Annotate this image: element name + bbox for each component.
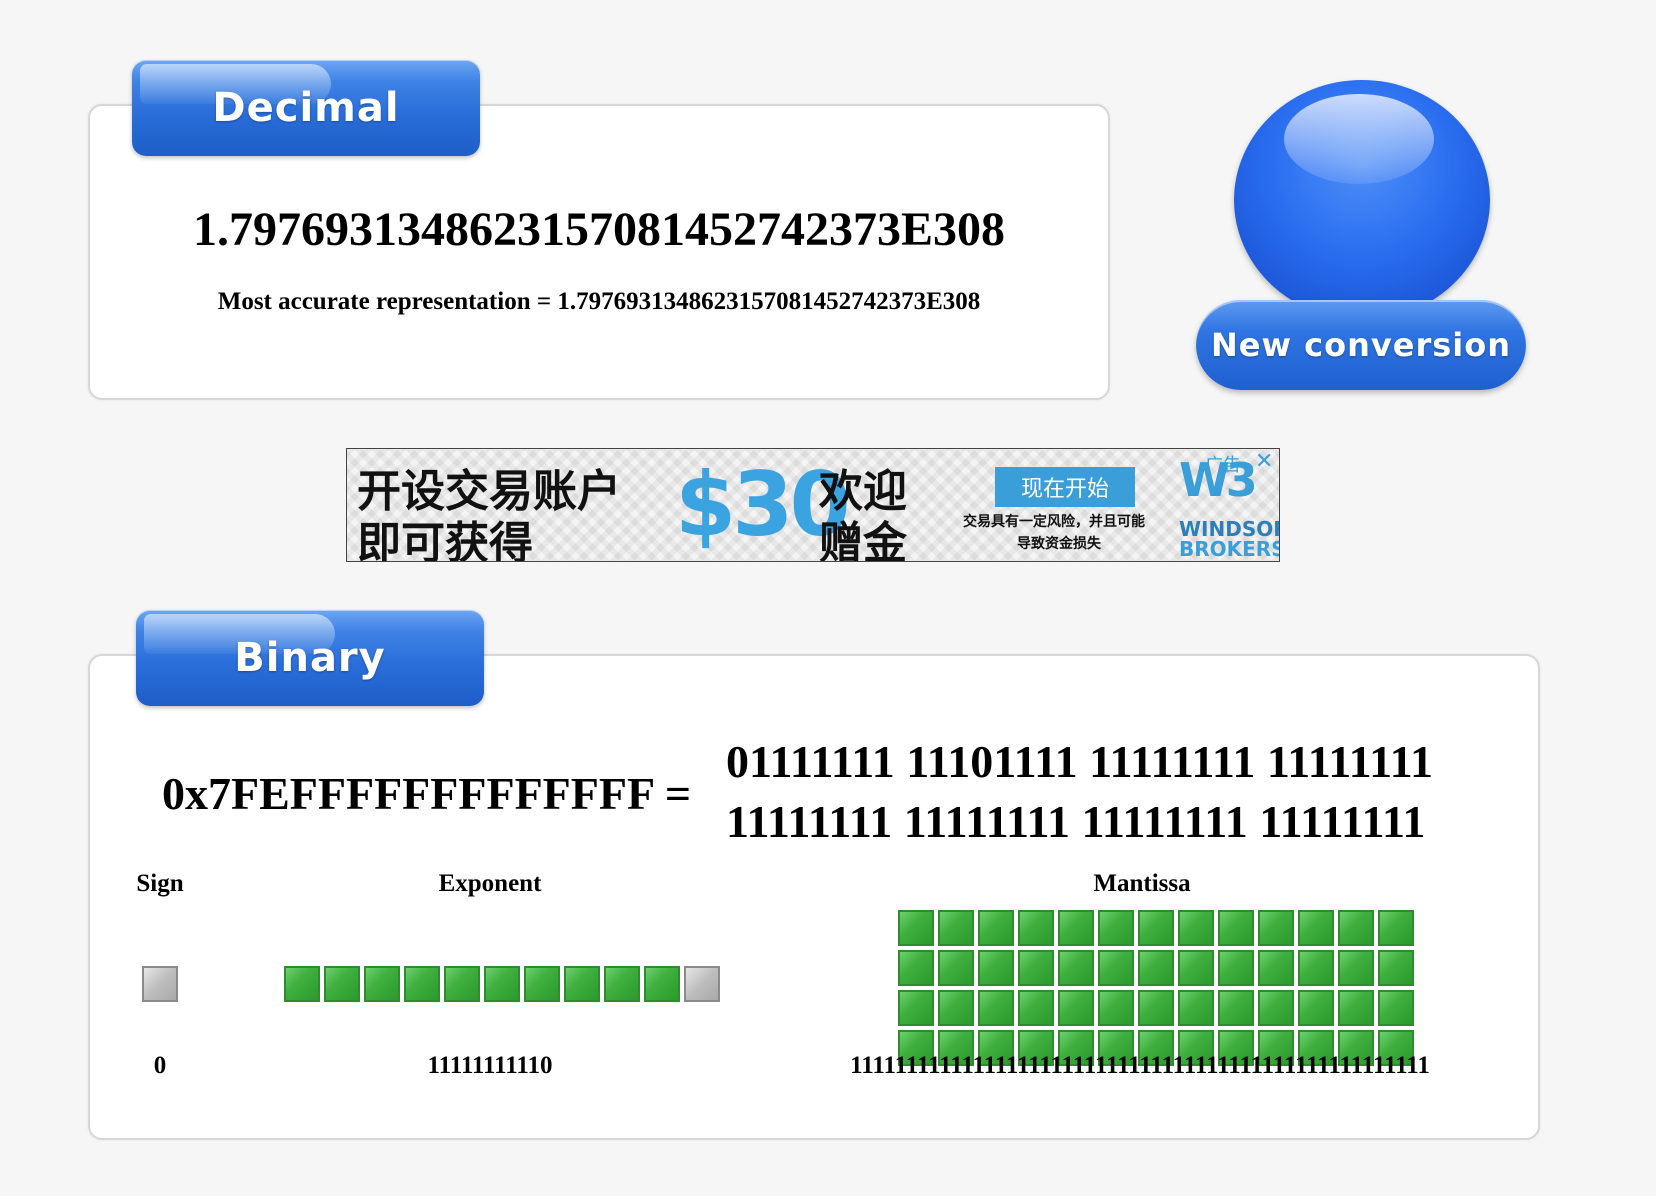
- bit-square[interactable]: [1258, 910, 1294, 946]
- bit-square[interactable]: [978, 990, 1014, 1026]
- ad-banner[interactable]: 开设交易账户 即可获得 $30 欢迎 赠金 现在开始 交易具有一定风险，并且可能…: [346, 448, 1280, 562]
- binary-bits-line-2: 11111111 11111111 11111111 11111111: [726, 796, 1426, 847]
- sign-bits-value: 0: [153, 1052, 167, 1079]
- bit-square[interactable]: [1338, 910, 1374, 946]
- bit-square[interactable]: [684, 966, 720, 1002]
- bit-square[interactable]: [444, 966, 480, 1002]
- bit-square[interactable]: [1298, 950, 1334, 986]
- bit-square[interactable]: [564, 966, 600, 1002]
- bit-square[interactable]: [1378, 910, 1414, 946]
- bit-square[interactable]: [1298, 910, 1334, 946]
- decimal-tab-label: Decimal: [212, 85, 400, 131]
- bit-square[interactable]: [1258, 990, 1294, 1026]
- bit-square[interactable]: [404, 966, 440, 1002]
- bit-square[interactable]: [1338, 990, 1374, 1026]
- bit-square[interactable]: [1058, 910, 1094, 946]
- bit-square[interactable]: [644, 966, 680, 1002]
- bit-square[interactable]: [898, 910, 934, 946]
- bit-square[interactable]: [938, 950, 974, 986]
- new-conversion-label: New conversion: [1196, 300, 1526, 390]
- bit-square[interactable]: [364, 966, 400, 1002]
- bit-square[interactable]: [284, 966, 320, 1002]
- bit-square[interactable]: [1018, 910, 1054, 946]
- bit-square[interactable]: [324, 966, 360, 1002]
- bit-square[interactable]: [1258, 950, 1294, 986]
- new-conversion-button[interactable]: New conversion: [1196, 80, 1526, 396]
- binary-bits: 01111111 11101111 11111111 11111111 1111…: [726, 732, 1433, 852]
- ad-risk-1: 交易具有一定风险，并且可能: [963, 514, 1145, 530]
- bit-square[interactable]: [1378, 950, 1414, 986]
- ad-close-icon[interactable]: ✕: [1255, 449, 1273, 474]
- bit-square[interactable]: [1338, 950, 1374, 986]
- decimal-tab: Decimal: [132, 60, 480, 156]
- bit-square[interactable]: [1298, 990, 1334, 1026]
- bit-square[interactable]: [1018, 950, 1054, 986]
- hex-value: 0x7FEFFFFFFFFFFFFF =: [162, 768, 692, 819]
- ad-tag[interactable]: 广告: [1205, 451, 1241, 477]
- bit-square[interactable]: [898, 990, 934, 1026]
- bit-square[interactable]: [1018, 990, 1054, 1026]
- bit-square[interactable]: [1218, 910, 1254, 946]
- bit-square[interactable]: [1378, 990, 1414, 1026]
- bit-square[interactable]: [938, 910, 974, 946]
- bit-square[interactable]: [978, 950, 1014, 986]
- bit-square[interactable]: [1138, 990, 1174, 1026]
- binary-tab: Binary: [136, 610, 484, 706]
- bit-square[interactable]: [1098, 910, 1134, 946]
- exponent-label: Exponent: [438, 870, 542, 897]
- bit-square[interactable]: [1178, 910, 1214, 946]
- bit-square[interactable]: [1098, 990, 1134, 1026]
- ad-headline-2: 即可获得: [357, 518, 533, 562]
- sphere-icon: [1234, 80, 1490, 320]
- ad-cta-button[interactable]: 现在开始: [995, 467, 1135, 507]
- accurate-representation: Most accurate representation = 1.7976931…: [217, 288, 981, 315]
- bit-square[interactable]: [1098, 950, 1134, 986]
- binary-panel: 0x7FEFFFFFFFFFFFFF = 01111111 11101111 1…: [88, 654, 1540, 1140]
- mantissa-label: Mantissa: [1093, 870, 1191, 897]
- decimal-value: 1.7976931348623157081452742373E308: [192, 203, 1005, 256]
- bit-square[interactable]: [978, 910, 1014, 946]
- bit-square[interactable]: [1218, 950, 1254, 986]
- exponent-bits-value: 11111111110: [427, 1052, 553, 1079]
- ad-brand-2: BROKERS: [1179, 537, 1280, 561]
- bit-square[interactable]: [898, 950, 934, 986]
- bit-square[interactable]: [1138, 950, 1174, 986]
- mantissa-bits-value: 1111111111111111111111111111111111111111…: [850, 1052, 1430, 1079]
- bit-square[interactable]: [524, 966, 560, 1002]
- bit-square[interactable]: [1218, 990, 1254, 1026]
- binary-bits-line-1: 01111111 11101111 11111111 11111111: [726, 736, 1434, 787]
- bit-square[interactable]: [142, 966, 178, 1002]
- bit-square[interactable]: [484, 966, 520, 1002]
- ad-welcome-2: 赠金: [819, 518, 907, 562]
- bit-square[interactable]: [1058, 990, 1094, 1026]
- bit-square[interactable]: [1178, 990, 1214, 1026]
- bit-square[interactable]: [604, 966, 640, 1002]
- bit-square[interactable]: [938, 990, 974, 1026]
- bit-square[interactable]: [1178, 950, 1214, 986]
- bit-square[interactable]: [1138, 910, 1174, 946]
- binary-tab-label: Binary: [234, 635, 386, 681]
- ad-risk-2: 导致资金损失: [1017, 536, 1101, 552]
- sign-label: Sign: [136, 870, 184, 897]
- bit-square[interactable]: [1058, 950, 1094, 986]
